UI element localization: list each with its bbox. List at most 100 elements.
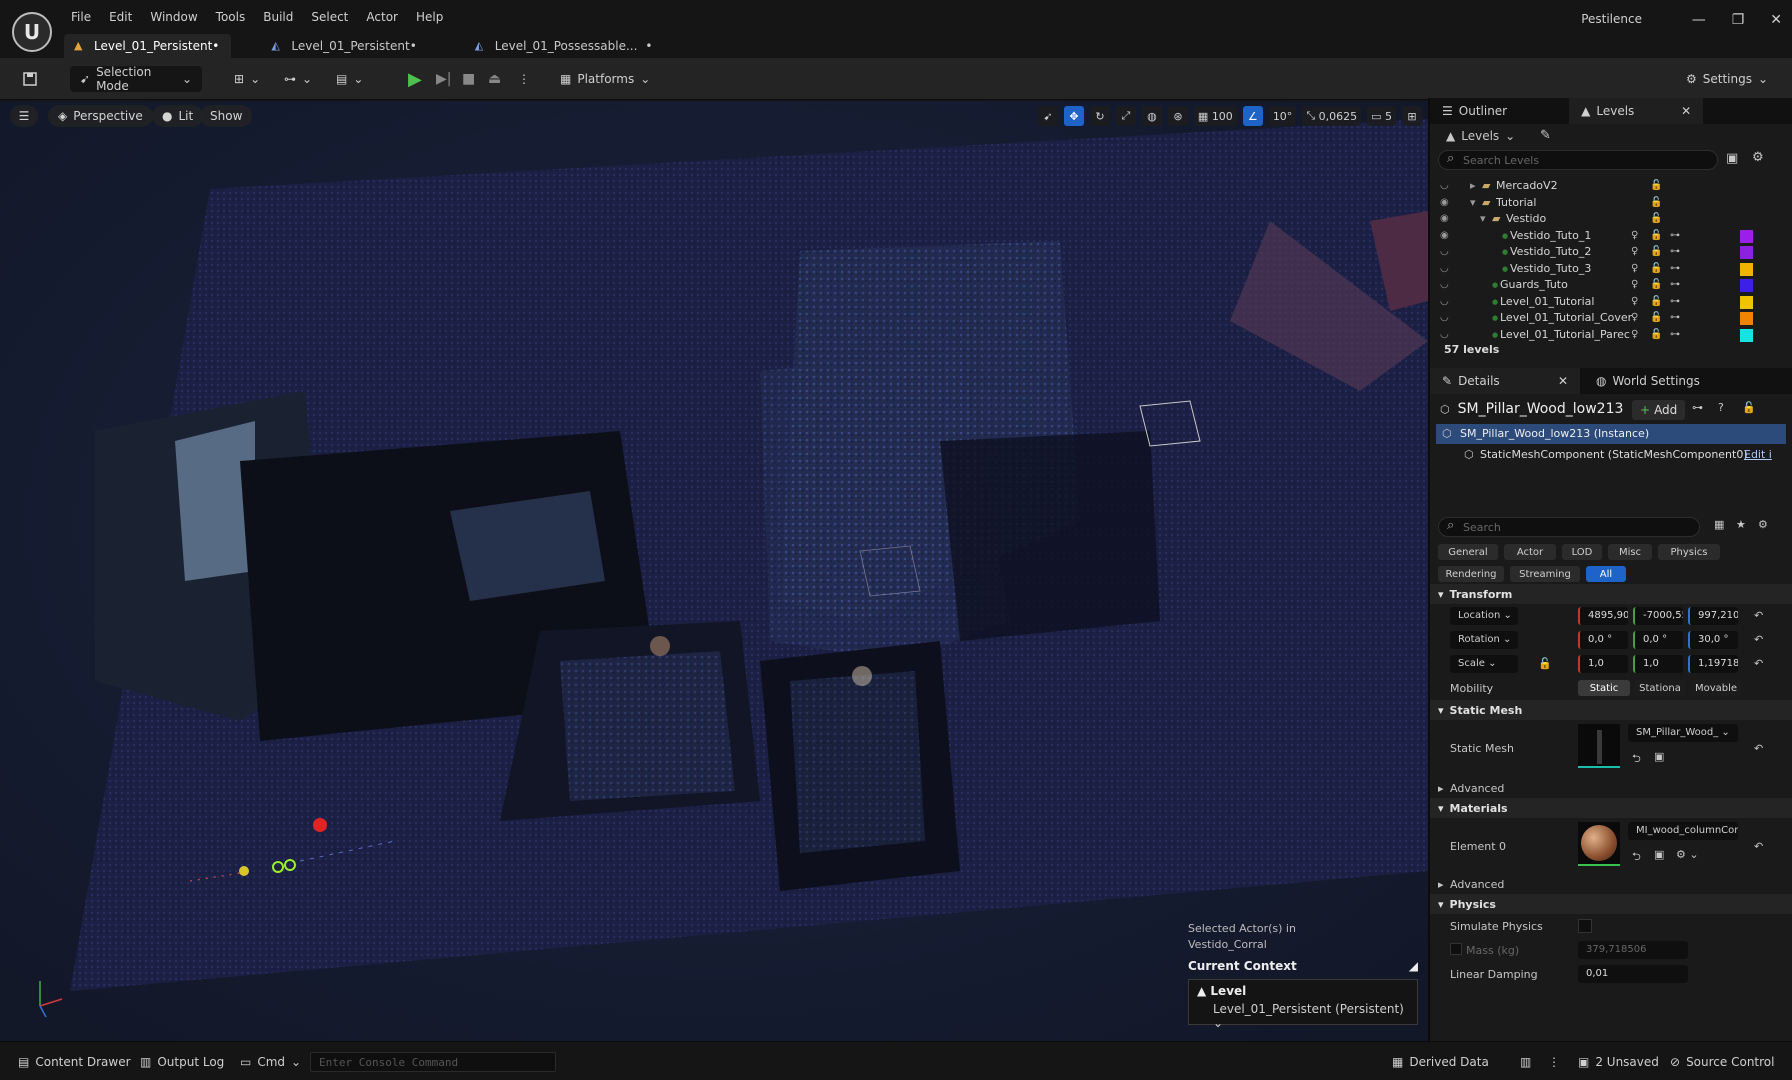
lock-icon[interactable]: 🔓	[1650, 244, 1662, 261]
simulate-physics-checkbox[interactable]	[1578, 919, 1592, 933]
lock-icon[interactable]: 🔓	[1650, 228, 1662, 245]
level-row[interactable]: ◡ ● Level_01_Tutorial_Parec ♀ 🔓 ⊶	[1430, 327, 1792, 344]
unsaved-button[interactable]: ▣ 2 Unsaved	[1578, 1052, 1659, 1072]
advance-frame-icon[interactable]: ▶|	[436, 66, 451, 92]
add-actor-button[interactable]: ⊞ ⌄	[234, 66, 260, 92]
collapse-triangle-icon[interactable]: ▾	[1480, 211, 1486, 228]
scale-snap-button[interactable]: ⤡ 0,0625	[1302, 106, 1362, 126]
component-instance-row[interactable]: ⬡ SM_Pillar_Wood_low213 (Instance)	[1436, 424, 1786, 444]
streaming-icon[interactable]: ⊶	[1670, 327, 1680, 344]
lock-icon[interactable]: 🔓	[1650, 310, 1662, 327]
perspective-dropdown[interactable]: ◈ Perspective	[48, 105, 153, 127]
tab-world-settings[interactable]: ◍ World Settings	[1584, 368, 1712, 394]
static-mesh-section-header[interactable]: ▾ Static Mesh	[1430, 700, 1792, 720]
visibility-eye-icon[interactable]: ◉	[1440, 211, 1449, 228]
level-row[interactable]: ◉ ▾ ▰ Vestido 🔓	[1430, 211, 1792, 228]
platforms-dropdown[interactable]: ▦ Platforms ⌄	[560, 66, 650, 92]
lock-icon[interactable]: 🔓	[1742, 401, 1756, 414]
menu-actor[interactable]: Actor	[357, 8, 407, 26]
menu-build[interactable]: Build	[254, 8, 302, 26]
scale-x-field[interactable]: 1,0	[1578, 655, 1628, 673]
levels-dropdown[interactable]: ▲ Levels ⌄	[1446, 129, 1515, 143]
level-row[interactable]: ◡ ● Vestido_Tuto_2 ♀ 🔓 ⊶	[1430, 244, 1792, 261]
visibility-eye-icon[interactable]: ◉	[1440, 228, 1449, 245]
current-context-header[interactable]: Current Context ◢	[1188, 959, 1418, 973]
lock-icon[interactable]: 🔓	[1650, 195, 1662, 212]
browse-icon[interactable]: ▣	[1654, 848, 1664, 861]
level-color-swatch[interactable]	[1740, 246, 1753, 259]
restore-icon[interactable]: ❐	[1732, 12, 1745, 28]
console-command-input[interactable]: Enter Console Command	[310, 1052, 556, 1072]
details-search-input[interactable]: Search	[1438, 517, 1700, 537]
save-icon[interactable]	[22, 66, 38, 92]
level-row[interactable]: ◡ ● Vestido_Tuto_3 ♀ 🔓 ⊶	[1430, 261, 1792, 278]
mobility-movable[interactable]: Movable	[1690, 680, 1742, 696]
output-log-button[interactable]: ▥ Output Log	[140, 1052, 224, 1072]
component-row[interactable]: ⬡ StaticMeshComponent (StaticMeshCompone…	[1430, 444, 1792, 466]
materials-advanced-row[interactable]: ▸ Advanced	[1430, 874, 1792, 894]
linear-damping-field[interactable]: 0,01	[1578, 965, 1688, 983]
menu-help[interactable]: Help	[407, 8, 452, 26]
reset-arrow-icon[interactable]: ↶	[1754, 609, 1763, 622]
rotation-snap-value[interactable]: 10°	[1268, 106, 1297, 126]
location-x-field[interactable]: 4895,907	[1578, 607, 1628, 625]
blueprints-button[interactable]: ⊶ ⌄	[284, 66, 312, 92]
level-color-swatch[interactable]	[1740, 328, 1753, 342]
edit-in-cpp-link[interactable]: Edit i	[1744, 448, 1772, 461]
rotation-x-field[interactable]: 0,0 °	[1578, 631, 1628, 649]
add-folder-icon[interactable]: ▣	[1726, 151, 1738, 166]
level-row[interactable]: ◉ ● Vestido_Tuto_1 ♀ 🔓 ⊶	[1430, 228, 1792, 245]
play-icon[interactable]: ▶	[408, 66, 422, 92]
streaming-icon[interactable]: ⊶	[1670, 228, 1680, 245]
lock-icon[interactable]: 🔓	[1650, 178, 1662, 195]
menu-edit[interactable]: Edit	[100, 8, 141, 26]
visibility-eye-icon[interactable]: ◡	[1440, 244, 1449, 261]
reset-arrow-icon[interactable]: ↶	[1754, 742, 1763, 755]
visibility-eye-icon[interactable]: ◡	[1440, 310, 1449, 327]
selection-mode-dropdown[interactable]: ➹ Selection Mode ⌄	[70, 65, 202, 93]
tab-details[interactable]: ✎ Details ✕	[1430, 368, 1580, 394]
minimize-icon[interactable]: —	[1692, 12, 1706, 28]
menu-select[interactable]: Select	[302, 8, 357, 26]
stop-icon[interactable]: ■	[462, 66, 475, 92]
filter-streaming[interactable]: Streaming	[1510, 566, 1580, 582]
menu-tools[interactable]: Tools	[207, 8, 255, 26]
scene-render[interactable]	[0, 101, 1428, 1041]
material-dropdown[interactable]: MI_wood_columnCorral	[1628, 822, 1738, 840]
lock-icon[interactable]: 🔓	[1650, 261, 1662, 278]
make-current-icon[interactable]: ♀	[1631, 228, 1638, 245]
visibility-eye-icon[interactable]: ◡	[1440, 294, 1449, 311]
make-current-icon[interactable]: ♀	[1631, 327, 1638, 344]
filter-misc[interactable]: Misc	[1608, 544, 1652, 560]
level-row[interactable]: ◉ ▾ ▰ Tutorial 🔓	[1430, 195, 1792, 212]
streaming-icon[interactable]: ⊶	[1670, 310, 1680, 327]
table-view-icon[interactable]: ▦	[1714, 518, 1724, 531]
mass-override-checkbox[interactable]	[1450, 943, 1462, 955]
close-tab-icon[interactable]: ✕	[1681, 104, 1691, 118]
settings-dropdown[interactable]: ⚙ Settings ⌄	[1686, 66, 1768, 92]
cinematics-button[interactable]: ▤ ⌄	[336, 66, 363, 92]
make-current-icon[interactable]: ♀	[1631, 261, 1638, 278]
levels-search-input[interactable]: Search Levels	[1438, 150, 1718, 170]
cmd-dropdown[interactable]: ▭ Cmd ⌄	[240, 1052, 301, 1072]
world-space-icon[interactable]: ◍	[1141, 106, 1162, 126]
edit-pencil-icon[interactable]: ✎	[1540, 128, 1551, 143]
lock-icon[interactable]: 🔓	[1650, 294, 1662, 311]
options-icon[interactable]: ⚙ ⌄	[1676, 848, 1699, 861]
add-component-button[interactable]: + Add	[1632, 400, 1686, 420]
lit-dropdown[interactable]: ● Lit	[152, 105, 204, 127]
stats-icon[interactable]: ▥	[1520, 1052, 1531, 1072]
streaming-icon[interactable]: ⊶	[1670, 244, 1680, 261]
derived-data-button[interactable]: ▦ Derived Data	[1392, 1052, 1489, 1072]
scale-tool-icon[interactable]: ⤢	[1115, 106, 1136, 126]
star-icon[interactable]: ★	[1736, 518, 1746, 531]
tab-level-01-possessable[interactable]: ◭ Level_01_Possessable... •	[465, 34, 665, 58]
location-y-field[interactable]: -7000,55	[1633, 607, 1683, 625]
level-color-swatch[interactable]	[1740, 312, 1753, 325]
reset-arrow-icon[interactable]: ↶	[1754, 840, 1763, 853]
more-options-icon[interactable]: ⋮	[518, 66, 530, 92]
camera-speed-button[interactable]: ▭ 5	[1367, 106, 1396, 126]
make-current-icon[interactable]: ♀	[1631, 244, 1638, 261]
level-viewport[interactable]: ☰ ◈ Perspective ● Lit Show ➹ ✥ ↻ ⤢ ◍ ⊛ ▦	[0, 101, 1428, 1041]
static-mesh-thumbnail[interactable]	[1578, 724, 1620, 768]
